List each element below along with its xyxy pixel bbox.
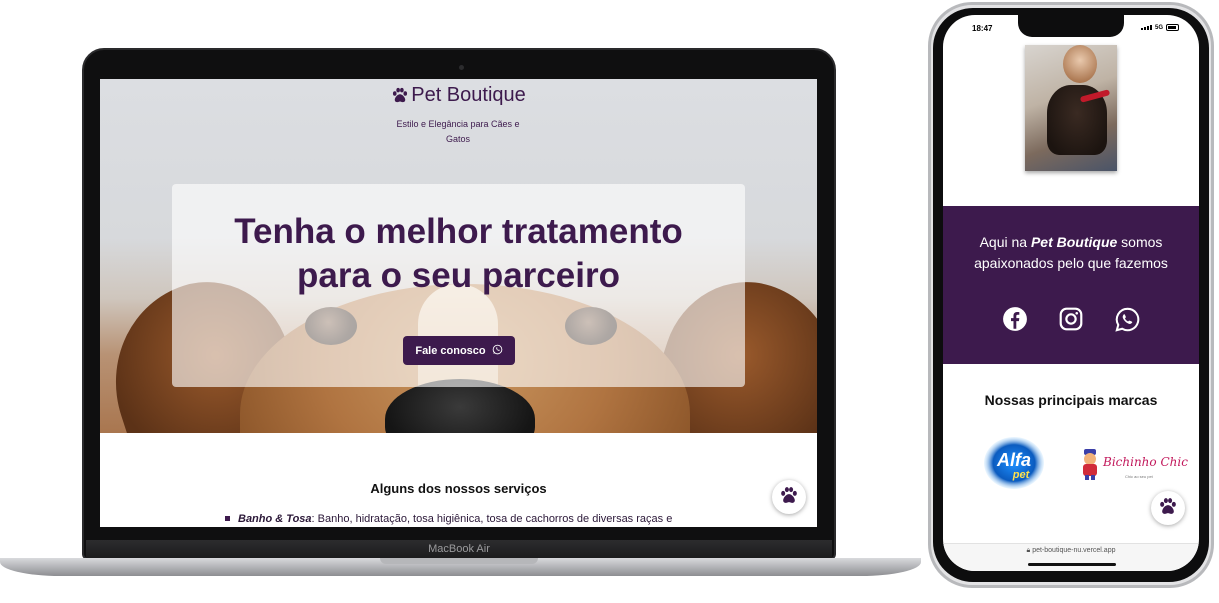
services-title: Alguns dos nossos serviços	[370, 481, 547, 496]
owner-with-dog-photo	[1025, 45, 1117, 171]
laptop-model-label: MacBook Air	[428, 543, 490, 555]
url-text: 🔒︎ pet-boutique-nu.vercel.app	[943, 547, 1199, 555]
site-logo[interactable]: Pet Boutique	[100, 84, 817, 110]
about-prefix: Aqui na	[979, 234, 1031, 250]
hero-title: Tenha o melhor tratamento para o seu par…	[172, 210, 745, 298]
whatsapp-icon[interactable]	[1113, 305, 1141, 333]
laptop-notch	[380, 558, 538, 564]
laptop-camera	[459, 65, 464, 70]
paw-icon	[779, 485, 799, 510]
service-description: : Banho, hidratação, tosa higiênica, tos…	[311, 513, 673, 525]
battery-icon	[1166, 24, 1180, 31]
home-indicator[interactable]	[1028, 563, 1116, 566]
signal-icon	[1141, 25, 1152, 30]
person-figure	[1063, 45, 1097, 83]
contact-button-label: Fale conosco	[415, 344, 486, 357]
service-name: Banho & Tosa	[238, 513, 312, 525]
about-text: Aqui na Pet Boutique somos apaixonados p…	[943, 232, 1199, 274]
bichinho-chic-wordmark: Bichinho Chic	[1103, 455, 1188, 469]
brands-title: Nossas principais marcas	[984, 392, 1158, 408]
paw-floating-button[interactable]	[772, 480, 806, 514]
whatsapp-icon	[492, 344, 503, 358]
instagram-icon[interactable]	[1057, 305, 1085, 333]
tagline: Estilo e Elegância para Cães e Gatos	[396, 119, 520, 144]
alfa-pet-logo: Alfa pet	[979, 433, 1049, 493]
svg-text:Alfa: Alfa	[996, 450, 1031, 470]
network-label: 5G	[1155, 24, 1164, 31]
hero-title-line1: Tenha o melhor tratamento	[234, 212, 683, 251]
contact-button[interactable]: Fale conosco	[403, 336, 515, 365]
laptop-screen: Pet Boutique Estilo e Elegância para Cãe…	[100, 79, 817, 527]
phone-screen: 18:47 5G Aqui na Pet Boutique somos apai…	[943, 15, 1199, 571]
about-brand: Pet Boutique	[1030, 234, 1118, 250]
paw-floating-button[interactable]	[1151, 491, 1185, 525]
hero-title-line2: para o seu parceiro	[297, 256, 620, 295]
phone-notch	[1018, 15, 1124, 37]
about-section: Aqui na Pet Boutique somos apaixonados p…	[943, 206, 1199, 364]
brand-name: Pet Boutique	[411, 84, 526, 106]
status-indicators: 5G	[1141, 24, 1180, 31]
hero-card: Tenha o melhor tratamento para o seu par…	[172, 184, 745, 387]
social-links	[943, 305, 1199, 333]
browser-url-bar[interactable]: 🔒︎ pet-boutique-nu.vercel.app	[943, 543, 1199, 571]
svg-text:Chic ao seu pet: Chic ao seu pet	[1125, 474, 1154, 479]
paw-icon	[1158, 496, 1178, 521]
status-time: 18:47	[972, 24, 993, 33]
bichinho-chic-logo: Bichinho Chic Chic ao seu pet	[1079, 445, 1188, 485]
url-value: pet-boutique-nu.vercel.app	[1032, 547, 1116, 554]
bullet	[225, 516, 230, 521]
device-mockup-stage: Pet Boutique Estilo e Elegância para Cãe…	[0, 0, 1219, 603]
hero-section: Pet Boutique Estilo e Elegância para Cãe…	[100, 79, 817, 433]
svg-text:pet: pet	[1012, 469, 1031, 481]
facebook-icon[interactable]	[1001, 305, 1029, 333]
paw-icon	[391, 86, 409, 110]
lock-icon: 🔒︎	[1026, 547, 1031, 554]
service-list-item: Banho & Tosa: Banho, hidratação, tosa hi…	[225, 513, 805, 525]
